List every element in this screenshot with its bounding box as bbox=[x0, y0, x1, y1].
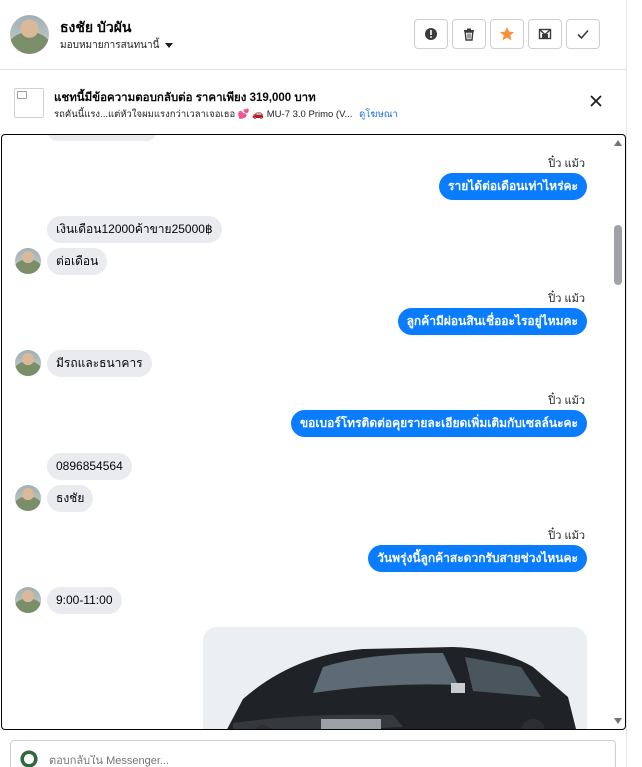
car-photo-image bbox=[203, 627, 587, 729]
outgoing-message[interactable]: รายได้ต่อเดือนเท่าไหร่คะ bbox=[439, 173, 587, 200]
outgoing-message[interactable]: วันพรุ่งนี้ลูกค้าสะดวกรับสายช่วงไหนคะ bbox=[368, 545, 587, 572]
contact-avatar-small bbox=[15, 350, 41, 376]
message-sender-label: ปิ๋ว แม้ว bbox=[548, 293, 585, 305]
thread-scrollbar[interactable] bbox=[611, 135, 625, 729]
ad-subtitle: รถคันนี้แรง...แต่หัวใจผมแรงกว่าเวลาเจอเธ… bbox=[54, 107, 398, 122]
incoming-message[interactable]: 9:00-11:00 bbox=[47, 587, 122, 614]
scroll-down-arrow-icon[interactable] bbox=[614, 718, 622, 724]
spam-button[interactable] bbox=[414, 19, 448, 49]
incoming-message[interactable]: ธงชัย bbox=[47, 485, 94, 512]
contact-avatar-small bbox=[15, 587, 41, 613]
ad-subtitle-text: รถคันนี้แรง...แต่หัวใจผมแรงกว่าเวลาเจอเธ… bbox=[54, 109, 353, 120]
outgoing-photo-car[interactable] bbox=[203, 627, 587, 729]
right-edge-panel bbox=[626, 0, 642, 767]
message-sender-label: ปิ๋ว แม้ว bbox=[548, 395, 585, 407]
scroll-up-arrow-icon[interactable] bbox=[614, 140, 622, 146]
star-button[interactable] bbox=[490, 19, 524, 49]
reply-composer[interactable] bbox=[10, 740, 616, 767]
delete-button[interactable] bbox=[452, 19, 486, 49]
ad-title: แชทนี้มีข้อความตอบกลับต่อ ราคาเพียง 319,… bbox=[54, 92, 316, 104]
star-icon bbox=[500, 27, 514, 41]
incoming-message[interactable]: มีรถและธนาคาร bbox=[47, 350, 152, 377]
view-ad-link[interactable]: ดูโฆษณา bbox=[359, 109, 398, 120]
inbox-conversation: ธงชัย บัวผัน มอบหมายการสนทนานี้ แชทนี้มี… bbox=[0, 0, 642, 767]
close-icon[interactable] bbox=[588, 93, 604, 109]
incoming-message[interactable]: ต่อเดือน bbox=[47, 248, 108, 275]
assign-label: มอบหมายการสนทนานี้ bbox=[60, 40, 160, 51]
caret-down-icon bbox=[165, 43, 174, 48]
previous-message-bubble bbox=[48, 135, 156, 141]
contact-avatar[interactable] bbox=[10, 15, 49, 54]
conversation-header: ธงชัย บัวผัน มอบหมายการสนทนานี้ bbox=[0, 0, 626, 70]
alert-circle-icon bbox=[425, 28, 437, 40]
message-sender-label: ปิ๋ว แม้ว bbox=[548, 158, 585, 170]
message-thread[interactable]: ปิ๋ว แม้ว รายได้ต่อเดือนเท่าไหร่คะ เงินเ… bbox=[1, 134, 626, 730]
page-avatar bbox=[19, 749, 39, 767]
outgoing-message[interactable]: ลูกค้ามีผ่อนสินเชื่ออะไรอยู่ไหมคะ bbox=[397, 308, 587, 335]
mark-unread-button[interactable] bbox=[528, 19, 562, 49]
done-button[interactable] bbox=[566, 19, 600, 49]
envelope-x-icon bbox=[538, 28, 552, 40]
outgoing-message[interactable]: ขอเบอร์โทรติดต่อคุยรายละเอียดเพิ่มเติมกั… bbox=[290, 410, 587, 437]
contact-avatar-small bbox=[15, 248, 41, 274]
trash-icon bbox=[464, 28, 474, 41]
ad-context-banner: แชทนี้มีข้อความตอบกลับต่อ ราคาเพียง 319,… bbox=[0, 71, 626, 133]
message-sender-label: ปิ๋ว แม้ว bbox=[548, 530, 585, 542]
contact-name[interactable]: ธงชัย บัวผัน bbox=[60, 17, 132, 39]
incoming-message[interactable]: 0896854564 bbox=[47, 453, 132, 480]
assign-conversation-dropdown[interactable]: มอบหมายการสนทนานี้ bbox=[60, 38, 174, 53]
incoming-message[interactable]: เงินเดือน12000ค้าขาย25000฿ bbox=[47, 216, 222, 243]
reply-input[interactable] bbox=[49, 755, 589, 767]
check-icon bbox=[577, 29, 589, 40]
ad-thumbnail-image[interactable] bbox=[14, 88, 44, 118]
scrollbar-thumb[interactable] bbox=[614, 225, 622, 285]
contact-avatar-small bbox=[15, 485, 41, 511]
